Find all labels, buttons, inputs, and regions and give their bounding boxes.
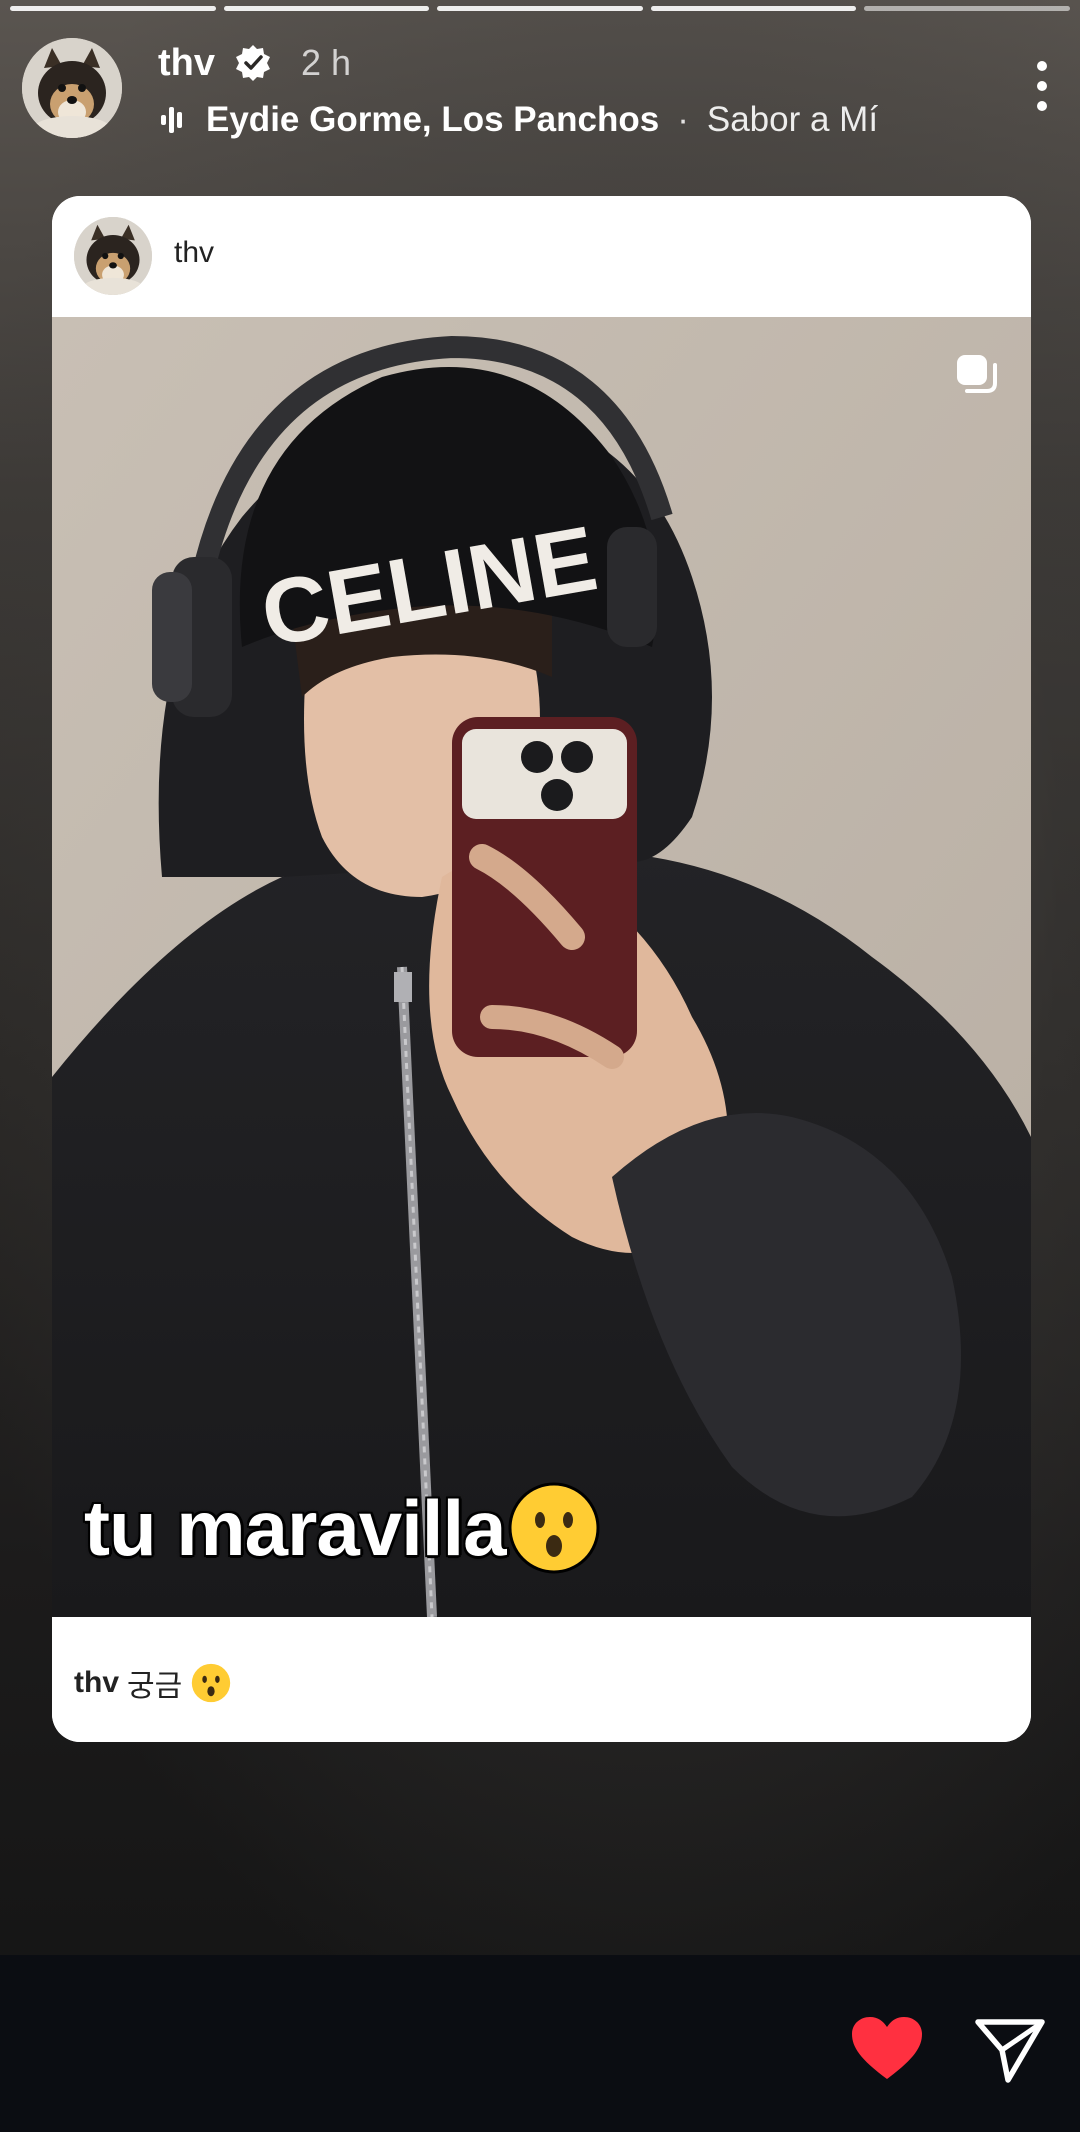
story-username[interactable]: thv	[158, 42, 215, 85]
post-username: thv	[174, 236, 215, 269]
overlay-caption-text: tu maravilla	[84, 1483, 507, 1572]
post-caption: thv 궁금	[74, 1661, 232, 1705]
more-vertical-icon[interactable]	[1030, 58, 1054, 114]
progress-segment	[437, 6, 643, 11]
shared-post-header: thv	[52, 196, 1031, 317]
profile-avatar[interactable]	[22, 38, 122, 138]
shared-post-card[interactable]: thv CELINE tu maravilla thv 궁금	[52, 196, 1031, 1742]
story-viewer: thv 2 h Eydie Gorme, Los Panchos · Sabor…	[0, 0, 1080, 2132]
mirror-selfie-illustration: CELINE	[52, 317, 1031, 1617]
send-icon[interactable]	[974, 2016, 1046, 2084]
verified-badge-icon	[236, 45, 270, 81]
carousel-icon	[957, 355, 997, 393]
story-progress-bar	[10, 6, 1070, 12]
music-separator: ·	[677, 100, 689, 139]
progress-segment	[10, 6, 216, 11]
heart-icon[interactable]	[850, 2015, 924, 2081]
progress-segment	[864, 6, 1070, 11]
music-artist: Eydie Gorme, Los Panchos	[206, 100, 660, 139]
progress-segment	[223, 6, 430, 11]
story-user-row: thv 2 h	[158, 38, 351, 88]
overlay-caption: tu maravilla	[84, 1482, 600, 1574]
hushed-face-emoji	[508, 1482, 600, 1574]
story-music-row[interactable]: Eydie Gorme, Los Panchos · Sabor a Mí	[158, 94, 878, 146]
post-avatar	[74, 217, 152, 295]
story-time-ago: 2 h	[301, 42, 352, 83]
shared-post-footer: thv 궁금	[52, 1617, 1031, 1742]
progress-segment	[650, 6, 857, 11]
post-photo: CELINE tu maravilla	[52, 317, 1031, 1617]
music-track: Sabor a Mí	[706, 100, 879, 139]
caption-username: thv	[74, 1666, 119, 1699]
music-bars-icon	[161, 107, 182, 133]
caption-text: 궁금	[127, 1670, 183, 1703]
hushed-face-emoji	[192, 1663, 231, 1703]
